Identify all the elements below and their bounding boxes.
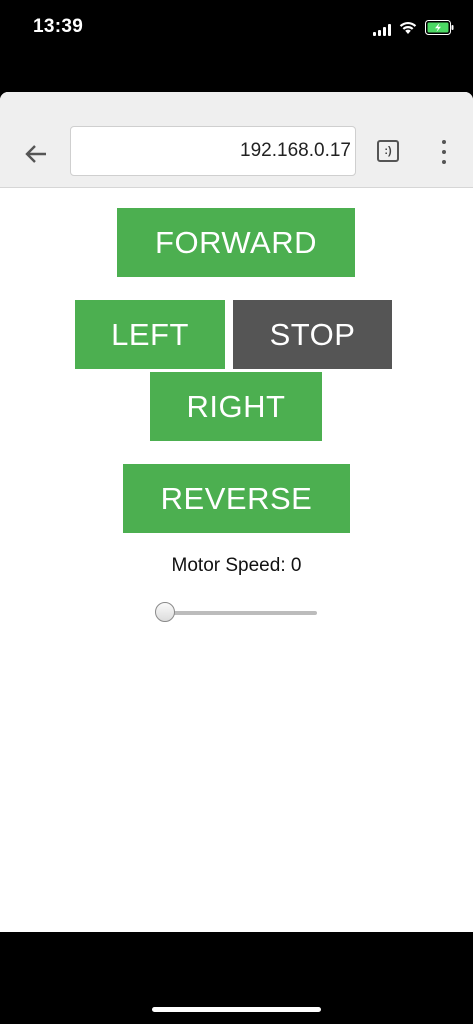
status-icons	[373, 20, 455, 40]
stop-button[interactable]: STOP	[233, 300, 392, 369]
motor-speed-slider[interactable]	[155, 601, 317, 625]
motor-speed-label: Motor Speed: 0	[171, 555, 302, 576]
right-button[interactable]: RIGHT	[150, 372, 322, 441]
tab-switcher-icon[interactable]: :)	[377, 140, 399, 162]
slider-track	[161, 611, 317, 615]
more-vert-icon[interactable]	[434, 138, 454, 166]
status-time: 13:39	[33, 16, 84, 37]
left-button[interactable]: LEFT	[75, 300, 225, 369]
forward-button[interactable]: FORWARD	[117, 208, 355, 277]
status-bar: 13:39	[0, 0, 473, 60]
home-indicator[interactable]	[152, 1007, 321, 1012]
page-content: FORWARD LEFT STOP RIGHT REVERSE Motor Sp…	[0, 188, 473, 932]
browser-toolbar: 192.168.0.17 :)	[0, 92, 473, 188]
back-button[interactable]	[16, 136, 56, 172]
url-text: 192.168.0.17	[240, 140, 351, 161]
back-arrow-icon	[25, 145, 46, 163]
slider-thumb[interactable]	[155, 602, 175, 622]
browser-window: 192.168.0.17 :) FORWARD LEFT STOP RIGHT …	[0, 92, 473, 932]
wifi-icon	[399, 21, 417, 40]
url-bar[interactable]: 192.168.0.17	[70, 126, 356, 176]
tab-switcher-label: :)	[384, 145, 392, 157]
cellular-signal-icon	[373, 24, 391, 36]
battery-charging-icon	[425, 20, 455, 40]
reverse-button[interactable]: REVERSE	[123, 464, 350, 533]
